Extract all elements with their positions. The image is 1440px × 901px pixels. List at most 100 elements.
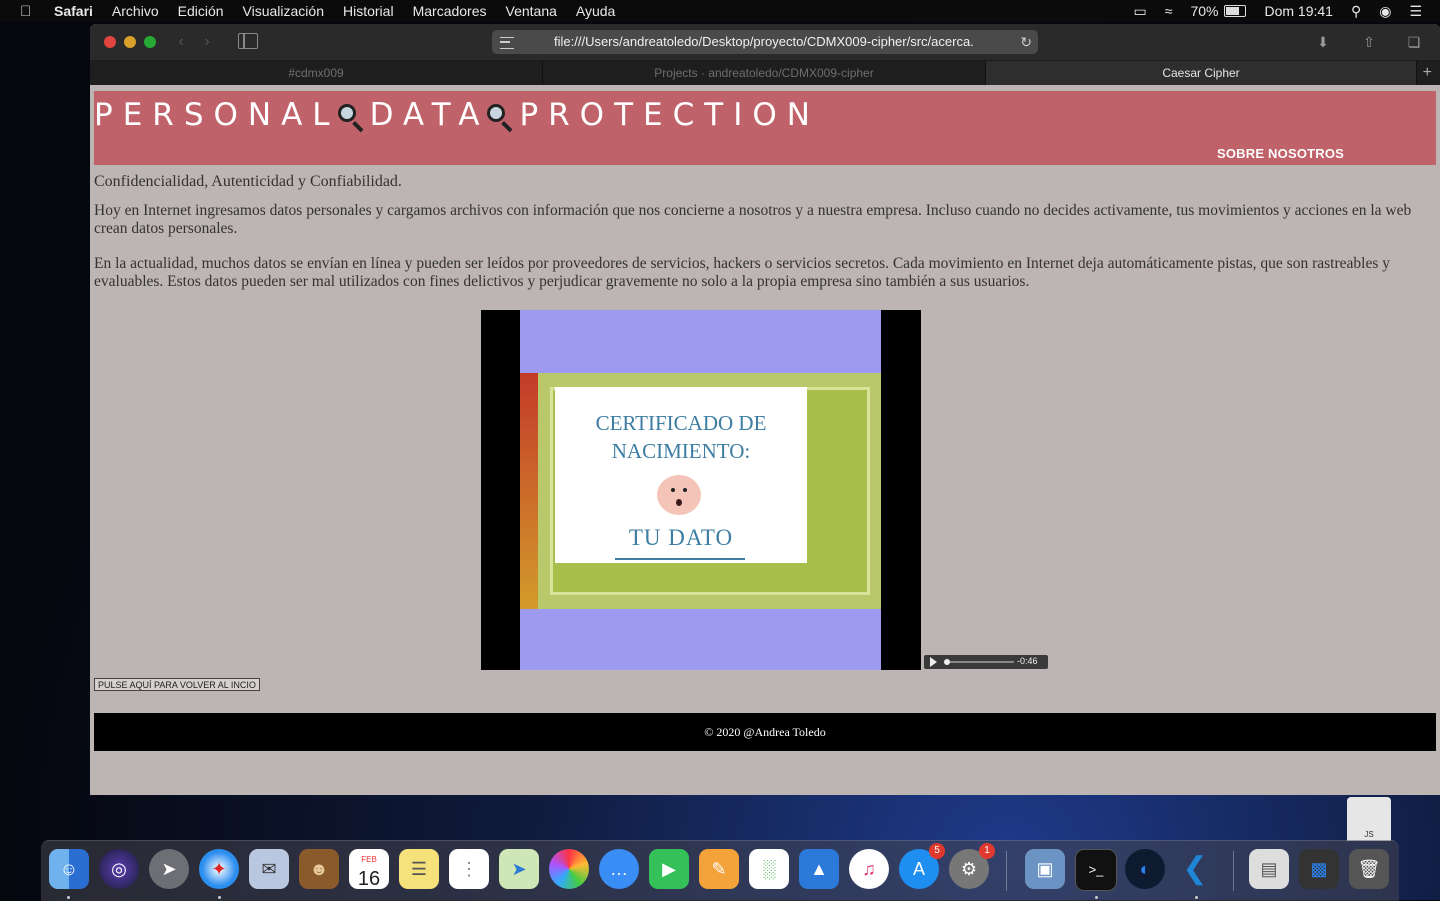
certificate-underline xyxy=(615,558,745,560)
documents-icon[interactable]: ▤ xyxy=(1249,849,1289,889)
tab-caesar-cipher[interactable]: Caesar Cipher xyxy=(986,61,1417,85)
vscode-running-dot xyxy=(1195,896,1198,899)
video-left-strip xyxy=(520,373,538,609)
intro-paragraph: Hoy en Internet ingresamos datos persona… xyxy=(94,202,1412,237)
safari-window: ‹ › file:///Users/andreatoledo/Desktop/p… xyxy=(90,24,1440,795)
back-nav-icon[interactable]: ‹ xyxy=(170,32,192,52)
share-icon[interactable]: ⇧ xyxy=(1360,33,1378,51)
maps-icon[interactable]: ➤ xyxy=(499,849,539,889)
address-url[interactable]: file:///Users/andreatoledo/Desktop/proye… xyxy=(554,30,974,54)
downloads-icon[interactable]: ⬇ xyxy=(1314,33,1332,51)
baby-face-icon xyxy=(657,475,701,515)
menu-marcadores[interactable]: Marcadores xyxy=(413,3,487,19)
tab-cdmx009[interactable]: #cdmx009 xyxy=(90,61,543,85)
menu-bar:  Safari Archivo Edición Visualización H… xyxy=(0,0,1440,22)
forward-nav-icon[interactable]: › xyxy=(196,32,218,52)
calendar-day: 16 xyxy=(357,868,381,890)
back-to-home-button[interactable]: PULSE AQUÍ PARA VOLVER AL INCIO xyxy=(94,678,260,691)
tab-bar: #cdmx009 Projects · andreatoledo/CDMX009… xyxy=(90,61,1440,85)
screen-icon[interactable]: ▩ xyxy=(1299,849,1339,889)
certificate-name: TU DATO xyxy=(628,525,734,550)
reminders-icon[interactable]: ⋮ xyxy=(449,849,489,889)
tabs-overview-icon[interactable]: ❏ xyxy=(1405,33,1423,51)
menu-datetime[interactable]: Dom 19:41 xyxy=(1264,3,1332,19)
about-us-link[interactable]: SOBRE NOSOTROS xyxy=(1217,146,1344,161)
dock-separator xyxy=(1006,851,1007,891)
facetime-icon[interactable]: ▶ xyxy=(649,849,689,889)
reader-icon[interactable] xyxy=(500,37,514,49)
certificate-image: CERTIFICADO DE NACIMIENTO: TU DATO xyxy=(520,373,881,609)
finder-running-dot xyxy=(67,896,70,899)
site-footer: © 2020 @Andrea Toledo xyxy=(94,713,1436,751)
sidebar-toggle-icon[interactable] xyxy=(238,33,258,49)
fullscreen-window-button[interactable] xyxy=(144,36,156,48)
video-frame: CERTIFICADO DE NACIMIENTO: TU DATO xyxy=(520,310,881,670)
calendar-month: FEB xyxy=(361,855,377,864)
airplay-icon[interactable]: ▭ xyxy=(1134,3,1147,20)
notes-icon[interactable]: ☰ xyxy=(399,849,439,889)
music-icon[interactable]: ♫ xyxy=(849,849,889,889)
pages-icon[interactable]: ✎ xyxy=(699,849,739,889)
battery-percent[interactable]: 70% xyxy=(1190,3,1218,19)
app-store-icon[interactable]: A5 xyxy=(899,843,945,889)
browser-icon[interactable]: ◐ xyxy=(1125,849,1165,889)
site-header: PERSONAL DATA PROTECTION SOBRE NOSOTROS xyxy=(94,91,1436,165)
desktop-file-icon[interactable]: JS xyxy=(1347,797,1391,841)
apple-icon[interactable]:  xyxy=(20,3,40,20)
video-player[interactable]: CERTIFICADO DE NACIMIENTO: TU DATO xyxy=(481,310,921,670)
spotlight-search-icon[interactable]: ⚲ xyxy=(1351,3,1361,20)
address-bar[interactable]: file:///Users/andreatoledo/Desktop/proye… xyxy=(492,30,1038,54)
menu-visualizacion[interactable]: Visualización xyxy=(243,3,324,19)
certificate-title: CERTIFICADO DE NACIMIENTO: xyxy=(595,411,767,463)
audio-player[interactable]: -0:46 xyxy=(924,655,1048,669)
launchpad-icon[interactable]: ➤ xyxy=(149,849,189,889)
keynote-icon[interactable]: ▲ xyxy=(799,849,839,889)
numbers-icon[interactable]: ░ xyxy=(749,849,789,889)
wifi-icon[interactable]: ≈ xyxy=(1165,3,1173,19)
menu-ventana[interactable]: Ventana xyxy=(506,3,557,19)
reload-icon[interactable]: ↻ xyxy=(1020,30,1032,54)
audio-progress-knob[interactable] xyxy=(944,659,950,665)
preview-icon[interactable]: ▣ xyxy=(1025,849,1065,889)
safari-icon[interactable]: ✦ xyxy=(199,849,239,889)
desktop-file-label: JS xyxy=(1364,830,1374,839)
vscode-icon[interactable]: ❮ xyxy=(1175,849,1215,889)
audio-remaining-time: -0:46 xyxy=(1017,656,1038,666)
photos-icon[interactable] xyxy=(549,849,589,889)
menu-historial[interactable]: Historial xyxy=(343,3,394,19)
siri-icon[interactable]: ◎ xyxy=(99,849,139,889)
tab-projects[interactable]: Projects · andreatoledo/CDMX009-cipher xyxy=(543,61,986,85)
notification-center-icon[interactable]: ☰ xyxy=(1409,3,1422,20)
minimize-window-button[interactable] xyxy=(124,36,136,48)
page-subtitle: Confidencialidad, Autenticidad y Confiab… xyxy=(94,173,402,190)
terminal-icon[interactable]: >_ xyxy=(1075,849,1117,891)
system-prefs-badge: 1 xyxy=(979,843,995,859)
menu-archivo[interactable]: Archivo xyxy=(112,3,159,19)
audio-progress-track[interactable] xyxy=(946,661,1014,663)
play-icon[interactable] xyxy=(930,657,937,667)
menu-ayuda[interactable]: Ayuda xyxy=(576,3,615,19)
close-window-button[interactable] xyxy=(104,36,116,48)
messages-icon[interactable]: … xyxy=(599,849,639,889)
system-preferences-icon[interactable]: ⚙ 1 xyxy=(949,843,995,889)
title-word-personal: PERSONAL xyxy=(94,97,340,133)
terminal-running-dot xyxy=(1095,896,1098,899)
siri-menu-icon[interactable]: ◉ xyxy=(1379,3,1391,20)
contacts-icon[interactable]: ☻ xyxy=(299,849,339,889)
title-word-protection: PROTECTION xyxy=(519,97,820,133)
mail-icon[interactable]: ✉ xyxy=(249,849,289,889)
calendar-icon[interactable]: FEB 16 xyxy=(349,849,389,890)
browser-toolbar: ‹ › file:///Users/andreatoledo/Desktop/p… xyxy=(90,24,1440,61)
trash-icon[interactable]: 🗑 xyxy=(1349,849,1389,889)
safari-running-dot xyxy=(218,896,221,899)
new-tab-icon[interactable]: + xyxy=(1423,61,1432,85)
certificate-card: CERTIFICADO DE NACIMIENTO: TU DATO xyxy=(555,387,807,563)
magnifier-icon xyxy=(336,102,366,132)
menu-edicion[interactable]: Edición xyxy=(178,3,224,19)
window-controls xyxy=(104,36,164,48)
finder-icon[interactable]: ☺ xyxy=(49,849,89,889)
dock: ☺ ◎ ➤ ✦ ✉ ☻ FEB 16 ☰ ⋮ ➤ … ▶ ✎ ░ ▲ ♫ A5 ⚙… xyxy=(41,840,1399,901)
menu-app-name[interactable]: Safari xyxy=(54,3,93,19)
web-page: PERSONAL DATA PROTECTION SOBRE NOSOTROS Co… xyxy=(90,85,1440,795)
battery-icon[interactable] xyxy=(1224,5,1247,17)
